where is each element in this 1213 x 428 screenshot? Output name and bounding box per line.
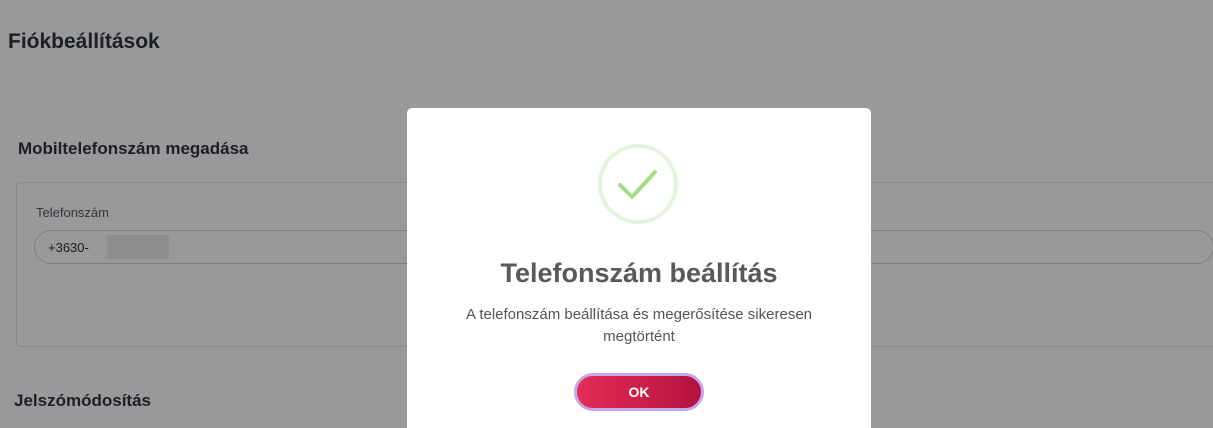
dialog-message: A telefonszám beállítása és megerősítése…	[465, 306, 813, 345]
dialog-title: Telefonszám beállítás	[500, 258, 778, 288]
success-dialog: Telefonszám beállítás A telefonszám beál…	[407, 108, 871, 428]
checkmark-icon	[598, 144, 678, 224]
ok-button[interactable]: OK	[574, 373, 704, 411]
